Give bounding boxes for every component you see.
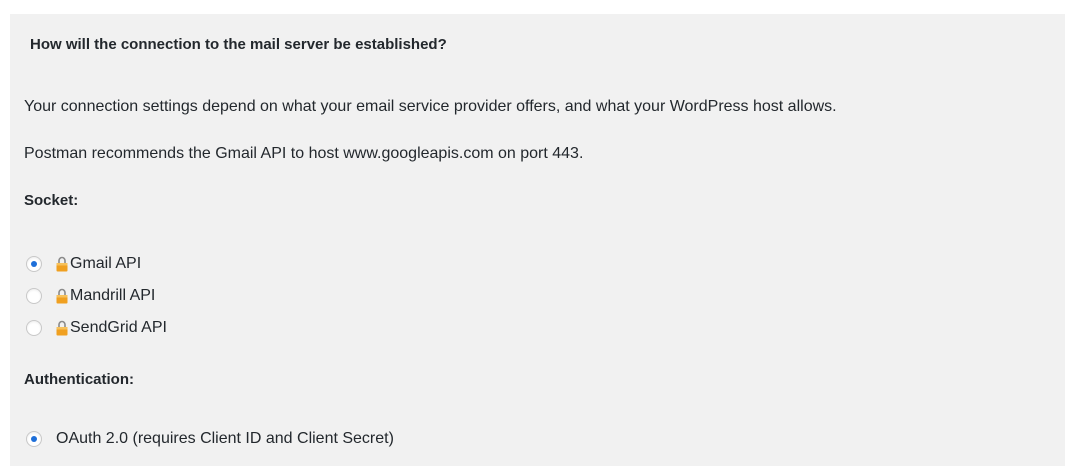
socket-radio-gmail-api[interactable]	[26, 256, 42, 272]
socket-label: Socket:	[24, 192, 79, 209]
auth-option-label: OAuth 2.0 (requires Client ID and Client…	[56, 430, 394, 447]
socket-option-gmail-api[interactable]: Gmail API	[26, 253, 141, 275]
auth-option-oauth2[interactable]: OAuth 2.0 (requires Client ID and Client…	[26, 428, 394, 450]
socket-option-mandrill-api[interactable]: Mandrill API	[26, 285, 155, 307]
auth-radio-oauth2[interactable]	[26, 431, 42, 447]
socket-option-label: Mandrill API	[70, 287, 156, 304]
socket-radio-mandrill-api[interactable]	[26, 288, 42, 304]
socket-radio-sendgrid-api[interactable]	[26, 320, 42, 336]
socket-option-label: SendGrid API	[70, 319, 167, 336]
authentication-label: Authentication:	[24, 371, 134, 388]
section-heading: How will the connection to the mail serv…	[30, 36, 447, 53]
socket-option-sendgrid-api[interactable]: SendGrid API	[26, 317, 167, 339]
lock-icon	[56, 288, 68, 304]
socket-option-label: Gmail API	[70, 255, 142, 272]
lock-icon	[56, 320, 68, 336]
settings-panel: How will the connection to the mail serv…	[10, 14, 1065, 466]
intro-text: Your connection settings depend on what …	[24, 98, 837, 115]
recommendation-text: Postman recommends the Gmail API to host…	[24, 145, 584, 162]
lock-icon	[56, 256, 68, 272]
